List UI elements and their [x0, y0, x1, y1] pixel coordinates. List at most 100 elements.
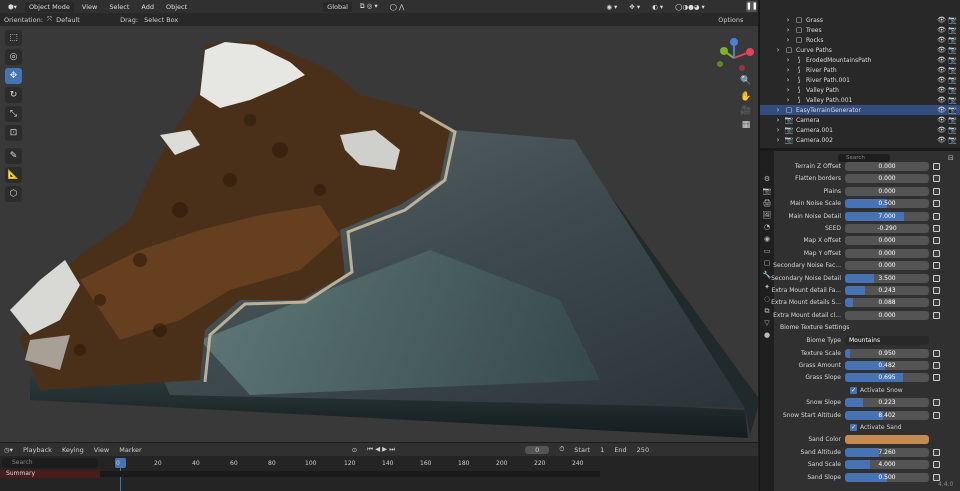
- outliner-item[interactable]: › ⟆ River Path 👁 📷: [760, 65, 960, 75]
- menu-object[interactable]: Object: [160, 3, 193, 11]
- 3d-viewport[interactable]: [0, 26, 758, 442]
- move-tool-icon[interactable]: ✥: [5, 68, 22, 84]
- camera-view-icon[interactable]: 🎥: [738, 104, 754, 118]
- property-slider[interactable]: 0.088: [845, 298, 929, 308]
- property-slider[interactable]: 0.482: [845, 361, 929, 370]
- scale-tool-icon[interactable]: ⤡: [5, 106, 22, 122]
- keyframe-icon[interactable]: [933, 175, 940, 183]
- checkbox-icon[interactable]: ✓: [850, 386, 857, 394]
- property-slider[interactable]: 0.950: [845, 348, 929, 358]
- property-slider[interactable]: 0.695: [845, 373, 929, 383]
- navigation-gizmo[interactable]: [712, 38, 756, 78]
- keyframe-icon[interactable]: [933, 249, 940, 257]
- visibility-toggle-icon[interactable]: 👁 📷: [937, 56, 957, 64]
- visibility-toggle-icon[interactable]: 👁 📷: [937, 46, 957, 54]
- keyframe-icon[interactable]: [933, 311, 940, 319]
- expand-arrow-icon[interactable]: ›: [774, 106, 782, 114]
- outliner-item[interactable]: › 📷 Camera.002 👁 📷: [760, 135, 960, 145]
- property-slider[interactable]: 0.000: [845, 261, 929, 271]
- keyframe-icon[interactable]: [933, 349, 940, 357]
- expand-arrow-icon[interactable]: ›: [784, 96, 792, 104]
- checkbox-row[interactable]: ✓ Activate Sand: [770, 422, 958, 433]
- checkbox-icon[interactable]: ✓: [850, 424, 857, 431]
- measure-tool-icon[interactable]: 📐: [5, 167, 22, 183]
- expand-arrow-icon[interactable]: ›: [774, 46, 782, 54]
- ortho-grid-icon[interactable]: ▦: [738, 118, 754, 132]
- timeline-editor-icon[interactable]: ◷▾: [4, 446, 13, 454]
- keyframe-icon[interactable]: [933, 187, 940, 195]
- keyframe-icon[interactable]: [933, 225, 940, 232]
- orientation-dropdown[interactable]: Default: [56, 16, 96, 24]
- expand-arrow-icon[interactable]: ›: [774, 126, 782, 134]
- keyframe-icon[interactable]: [933, 473, 940, 481]
- keyframe-icon[interactable]: [933, 237, 940, 245]
- keyframe-icon[interactable]: [933, 362, 940, 369]
- keyframe-icon[interactable]: [933, 448, 940, 456]
- editor-type-icon[interactable]: ⬢▾: [2, 3, 23, 11]
- visibility-toggle-icon[interactable]: 👁 📷: [937, 36, 957, 44]
- visibility-icon[interactable]: ◉ ▾: [600, 3, 623, 11]
- visibility-toggle-icon[interactable]: 👁 📷: [937, 116, 957, 124]
- transform-tool-icon[interactable]: ⊡: [5, 125, 22, 141]
- drag-dropdown[interactable]: Select Box: [144, 16, 178, 24]
- visibility-toggle-icon[interactable]: 👁 📷: [937, 66, 957, 74]
- proportional-edit-icon[interactable]: ◯ ⋀: [384, 3, 411, 11]
- keyframe-icon[interactable]: [933, 262, 940, 270]
- property-slider[interactable]: 4.000: [845, 460, 929, 470]
- rotate-tool-icon[interactable]: ↻: [5, 87, 22, 103]
- pan-hand-icon[interactable]: ✋: [738, 90, 754, 104]
- keyframe-icon[interactable]: [933, 287, 940, 294]
- menu-view[interactable]: View: [76, 3, 103, 11]
- shading-icons[interactable]: ◯◑●◕ ▾: [669, 3, 711, 11]
- visibility-toggle-icon[interactable]: 👁 📷: [937, 106, 957, 114]
- expand-arrow-icon[interactable]: ›: [784, 66, 792, 74]
- options-dropdown[interactable]: Options: [718, 16, 743, 24]
- visibility-toggle-icon[interactable]: 👁 📷: [937, 86, 957, 94]
- visibility-toggle-icon[interactable]: 👁 📷: [937, 96, 957, 104]
- property-slider[interactable]: 0.000: [845, 248, 929, 258]
- property-slider[interactable]: 0.000: [845, 174, 929, 184]
- visibility-toggle-icon[interactable]: 👁 📷: [937, 16, 957, 24]
- expand-arrow-icon[interactable]: ›: [784, 86, 792, 94]
- add-cube-tool-icon[interactable]: ⬡: [5, 186, 22, 202]
- menu-keying[interactable]: Keying: [62, 446, 84, 454]
- property-slider[interactable]: 0.223: [845, 398, 929, 408]
- outliner-item[interactable]: › ▢ Curve Paths 👁 📷: [760, 45, 960, 55]
- property-slider[interactable]: 0.500: [845, 472, 929, 482]
- property-slider[interactable]: 0.000: [845, 236, 929, 246]
- start-field[interactable]: 1: [600, 446, 604, 454]
- outliner-item[interactable]: › ⟆ ErodedMountainsPath 👁 📷: [760, 55, 960, 65]
- cursor-tool-icon[interactable]: ◎: [5, 49, 22, 65]
- keyframe-icon[interactable]: [933, 200, 940, 208]
- visibility-toggle-icon[interactable]: 👁 📷: [937, 76, 957, 84]
- keyframe-icon[interactable]: [933, 374, 940, 382]
- timeline-search-input[interactable]: Search: [2, 458, 98, 468]
- expand-arrow-icon[interactable]: ›: [784, 16, 792, 24]
- menu-playback[interactable]: Playback: [23, 446, 52, 454]
- transform-orientation-dropdown[interactable]: Global: [323, 1, 352, 12]
- property-slider[interactable]: 7.260: [845, 447, 929, 457]
- menu-marker[interactable]: Marker: [119, 446, 141, 454]
- property-slider[interactable]: 3.500: [845, 273, 929, 283]
- expand-arrow-icon[interactable]: ›: [784, 36, 792, 44]
- zoom-icon[interactable]: 🔍: [738, 74, 754, 88]
- timeline-track[interactable]: [100, 471, 600, 477]
- playback-controls[interactable]: ⏮ ◀ ▶ ⏭: [367, 445, 395, 454]
- snap-icon[interactable]: ⧉ ◎ ▾: [354, 2, 384, 11]
- keyframe-record-icon[interactable]: ⊙: [352, 446, 357, 454]
- keyframe-icon[interactable]: [933, 299, 940, 307]
- keyframe-icon[interactable]: [933, 163, 940, 170]
- property-slider[interactable]: -0.290: [845, 224, 929, 233]
- keyframe-icon[interactable]: [933, 399, 940, 407]
- keyframe-icon[interactable]: [933, 274, 940, 282]
- expand-arrow-icon[interactable]: ›: [774, 136, 782, 144]
- property-slider[interactable]: 0.243: [845, 286, 929, 295]
- expand-arrow-icon[interactable]: ›: [784, 56, 792, 64]
- select-box-tool-icon[interactable]: ⬚: [5, 30, 22, 46]
- visibility-toggle-icon[interactable]: 👁 📷: [937, 136, 957, 144]
- end-field[interactable]: 250: [637, 446, 649, 454]
- keyframe-icon[interactable]: [933, 212, 940, 220]
- clock-icon[interactable]: ⏱: [559, 445, 564, 454]
- expand-arrow-icon[interactable]: ›: [774, 116, 782, 124]
- outliner-item[interactable]: › ⟆ River Path.001 👁 📷: [760, 75, 960, 85]
